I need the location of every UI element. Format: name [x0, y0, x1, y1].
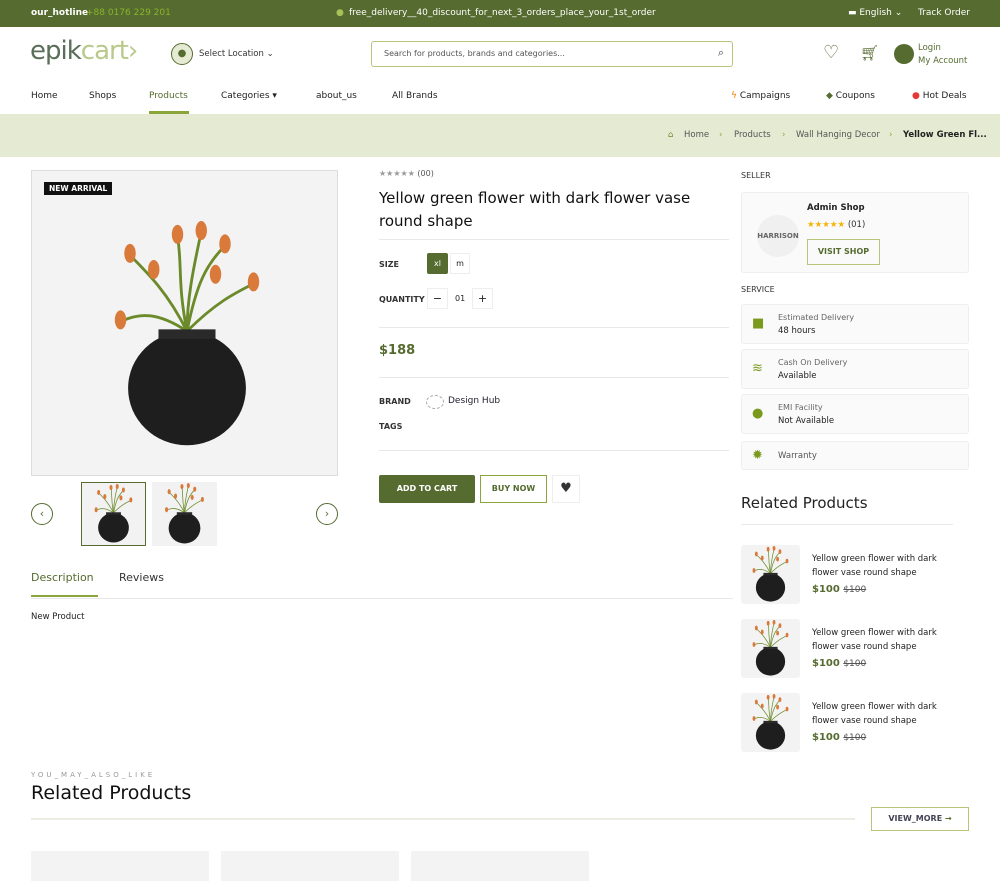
quantity-value[interactable]: 01: [455, 294, 465, 303]
next-arrow-icon[interactable]: ›: [316, 503, 338, 525]
logo[interactable]: epikcart›: [30, 36, 138, 66]
product-rating: ★★★★★ (00): [379, 169, 434, 178]
search-icon[interactable]: ⌕: [718, 46, 724, 60]
service-warranty: ✹ Warranty: [741, 441, 969, 470]
quantity-increase-button[interactable]: +: [472, 288, 493, 309]
chevron-down-icon: ⌄: [266, 49, 274, 59]
nav-all-brands[interactable]: All Brands: [392, 91, 438, 101]
section-eyebrow: YOU_MAY_ALSO_LIKE: [31, 771, 156, 779]
hotline-number[interactable]: +88 0176 229 201: [86, 8, 171, 18]
product-image: [113, 219, 261, 447]
related-products-heading: Related Products: [31, 782, 192, 804]
brand-link[interactable]: Design Hub: [448, 396, 500, 406]
product-price: $188: [379, 343, 416, 358]
quantity-label: QUANTITY: [379, 295, 425, 304]
tab-reviews[interactable]: Reviews: [119, 571, 164, 584]
flag-icon: ▬: [848, 8, 860, 18]
star-icons: ★★★★★: [807, 220, 846, 230]
thumbnail[interactable]: [152, 482, 217, 546]
nav-home[interactable]: Home: [31, 91, 58, 101]
seller-name[interactable]: Admin Shop: [807, 203, 865, 213]
search-input[interactable]: Search for products, brands and categori…: [371, 41, 733, 67]
product-main-image[interactable]: NEW ARRIVAL: [31, 170, 338, 476]
size-option-xl[interactable]: xl: [427, 253, 448, 274]
piggy-bank-icon: ●: [752, 406, 764, 421]
service-emi: ● EMI Facility Not Available: [741, 394, 969, 434]
location-select[interactable]: Select Location ⌄: [199, 49, 274, 59]
seller-heading: SELLER: [741, 171, 771, 180]
thumbnail[interactable]: [81, 482, 146, 546]
lightning-icon: ϟ: [731, 91, 737, 101]
fire-icon: ●: [912, 91, 920, 101]
breadcrumb: ⌂ Home › Products › Wall Hanging Decor ›…: [0, 114, 1000, 157]
product-card[interactable]: [221, 851, 399, 881]
tag-icon: ●: [336, 8, 344, 18]
seller-logo: HARRISON: [757, 215, 799, 257]
add-to-cart-button[interactable]: ADD TO CART: [379, 475, 475, 503]
track-order-link[interactable]: Track Order: [918, 8, 970, 18]
visit-shop-button[interactable]: VISIT SHOP: [807, 239, 880, 265]
truck-icon: ■: [752, 316, 765, 331]
breadcrumb-current: Yellow Green Fl...: [903, 130, 987, 140]
seller-card: HARRISON Admin Shop ★★★★★ (01) VISIT SHO…: [741, 192, 969, 273]
size-option-m[interactable]: m: [450, 253, 470, 274]
chevron-down-icon: ▾: [272, 91, 277, 101]
description-content: New Product: [31, 612, 85, 622]
product-card[interactable]: [411, 851, 589, 881]
nav-about[interactable]: about_us: [316, 91, 357, 101]
account-link[interactable]: Login My Account: [918, 42, 967, 68]
product-card[interactable]: [31, 851, 209, 881]
home-icon: ⌂: [668, 130, 674, 140]
nav-campaigns[interactable]: ϟ Campaigns: [731, 91, 790, 101]
location-pin-icon[interactable]: ●: [171, 43, 193, 65]
star-icons: ★★★★★: [379, 169, 415, 178]
tab-description[interactable]: Description: [31, 571, 94, 584]
language-select[interactable]: ▬ English ⌄: [848, 8, 902, 18]
arrow-right-icon: →: [944, 814, 952, 823]
wishlist-heart-icon[interactable]: ♡: [823, 42, 839, 63]
coins-icon: ≋: [752, 361, 763, 376]
service-heading: SERVICE: [741, 285, 775, 294]
related-product-item[interactable]: Yellow green flower with dark flower vas…: [741, 545, 971, 605]
breadcrumb-products[interactable]: Products: [734, 130, 771, 140]
service-cash-on-delivery: ≋ Cash On Delivery Available: [741, 349, 969, 389]
view-more-button[interactable]: VIEW_MORE →: [871, 807, 969, 831]
nav-categories[interactable]: Categories ▾: [221, 91, 277, 101]
service-estimated-delivery: ■ Estimated Delivery 48 hours: [741, 304, 969, 344]
cart-icon[interactable]: 🛒︎: [860, 44, 879, 62]
hotline-label: our_hotline: [31, 8, 89, 18]
quantity-decrease-button[interactable]: −: [427, 288, 448, 309]
brand-logo-icon: [426, 395, 444, 409]
breadcrumb-category[interactable]: Wall Hanging Decor: [796, 130, 880, 140]
gear-icon: ✹: [752, 448, 763, 463]
tab-active-indicator: [31, 595, 98, 597]
related-product-item[interactable]: Yellow green flower with dark flower vas…: [741, 693, 971, 753]
related-product-item[interactable]: Yellow green flower with dark flower vas…: [741, 619, 971, 679]
tags-label: TAGS: [379, 422, 403, 431]
side-related-heading: Related Products: [741, 494, 868, 512]
product-title: Yellow green flower with dark flower vas…: [379, 189, 691, 230]
nav-coupons[interactable]: ◆ Coupons: [826, 91, 875, 101]
brand-label: BRAND: [379, 397, 411, 406]
prev-arrow-icon[interactable]: ‹: [31, 503, 53, 525]
size-label: SIZE: [379, 260, 400, 269]
tag-icon: ◆: [826, 91, 833, 101]
new-arrival-badge: NEW ARRIVAL: [44, 182, 113, 195]
divider: [31, 818, 855, 820]
nav-hot-deals[interactable]: ● Hot Deals: [912, 91, 967, 101]
nav-shops[interactable]: Shops: [89, 91, 116, 101]
account-avatar-icon[interactable]: [894, 44, 914, 64]
breadcrumb-home[interactable]: Home: [684, 130, 709, 140]
top-bar: our_hotline +88 0176 229 201 ● free_deli…: [0, 0, 1000, 27]
nav-products[interactable]: Products: [149, 91, 188, 101]
promo-text: free_delivery__40_discount_for_next_3_or…: [349, 8, 656, 18]
wishlist-heart-icon[interactable]: ♥: [552, 475, 580, 503]
buy-now-button[interactable]: BUY NOW: [480, 475, 547, 503]
